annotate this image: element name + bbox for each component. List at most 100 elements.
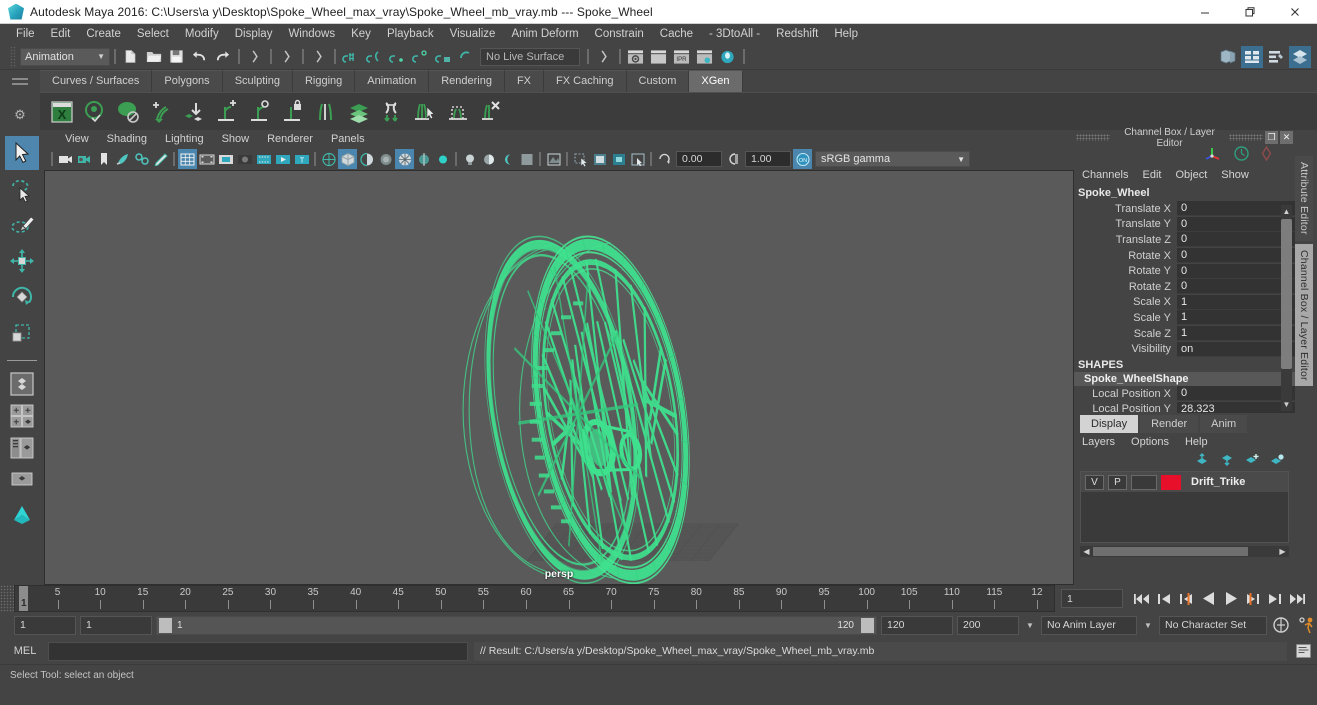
smooth-shade-selected-icon[interactable] (357, 149, 376, 169)
new-layer-icon[interactable] (1245, 453, 1260, 469)
channel-value[interactable]: 1 (1177, 294, 1295, 310)
dock-drag-handle-right[interactable] (1229, 134, 1263, 141)
screen-space-ao-icon[interactable] (517, 149, 536, 169)
xgen-groom-brush-icon[interactable] (376, 96, 408, 128)
playback-options-chevron-icon[interactable]: ▼ (1023, 621, 1037, 630)
menu-select[interactable]: Select (129, 26, 177, 42)
anim-layer-chevron-icon[interactable]: ▼ (1141, 621, 1155, 630)
tab-display[interactable]: Display (1080, 415, 1139, 433)
viewport-menu-panels[interactable]: Panels (322, 133, 374, 145)
channel-box-shape-name[interactable]: Spoke_WheelShape (1074, 371, 1295, 386)
channel-value[interactable]: on (1177, 341, 1295, 357)
scroll-down-icon[interactable]: ▼ (1281, 398, 1292, 411)
command-language-label[interactable]: MEL (8, 645, 42, 657)
go-to-start-icon[interactable] (1132, 589, 1153, 609)
gate-mask-icon[interactable] (235, 149, 254, 169)
shelf-tab-animation[interactable]: Animation (355, 70, 430, 92)
time-slider[interactable]: 1 5 10 15 20 25 30 35 40 45 50 55 60 65 70 75 80 85 90 95 1… (14, 585, 1055, 612)
anim-end-time-field[interactable]: 200 (957, 615, 1019, 635)
bookmarks-icon[interactable] (94, 149, 113, 169)
channel-value[interactable]: 1 (1177, 310, 1295, 326)
select-by-render-icon[interactable] (592, 46, 615, 68)
step-forward-keyframe-icon[interactable] (1264, 589, 1285, 609)
minimize-button[interactable] (1182, 0, 1227, 24)
channel-value[interactable]: 0 (1177, 386, 1295, 402)
menu-visualize[interactable]: Visualize (442, 26, 504, 42)
tab-render[interactable]: Render (1140, 415, 1199, 433)
channel-value[interactable]: 28.323 (1177, 401, 1295, 413)
channel-value[interactable]: 0 (1177, 232, 1295, 248)
shelf-tab-polygons[interactable]: Polygons (152, 70, 223, 92)
menu-anim-deform[interactable]: Anim Deform (503, 26, 586, 42)
wireframe-on-shaded-icon[interactable] (395, 149, 414, 169)
menu-constrain[interactable]: Constrain (587, 26, 652, 42)
xgen-layers-icon[interactable] (343, 96, 375, 128)
new-layer-from-selected-icon[interactable] (1270, 453, 1285, 469)
film-origin-icon[interactable] (254, 149, 273, 169)
channel-box-menu-show[interactable]: Show (1221, 169, 1249, 181)
layer-list[interactable]: V P Drift_Trike (1080, 471, 1289, 543)
move-layer-down-icon[interactable] (1220, 453, 1235, 469)
viewport-menu-show[interactable]: Show (213, 133, 259, 145)
snap-to-curve-icon[interactable] (362, 46, 385, 68)
step-back-keyframe-icon[interactable] (1154, 589, 1175, 609)
snap-to-grid-icon[interactable] (339, 46, 362, 68)
layer-menu-help[interactable]: Help (1185, 436, 1208, 448)
layer-color-swatch[interactable] (1161, 474, 1181, 490)
shelf-tab-fx[interactable]: FX (504, 70, 545, 92)
play-backwards-icon[interactable] (1198, 589, 1219, 609)
script-editor-icon[interactable] (1293, 641, 1313, 661)
hscrollbar-thumb[interactable] (1093, 547, 1248, 556)
channel-value[interactable]: 0 (1177, 216, 1295, 232)
xgen-window-icon[interactable]: X (46, 96, 78, 128)
close-panel-button[interactable]: ✕ (1280, 131, 1293, 144)
shelf-drag-handle[interactable] (12, 78, 28, 85)
status-line-drag-handle[interactable] (10, 45, 16, 68)
render-settings-icon[interactable] (693, 46, 716, 68)
menu-display[interactable]: Display (227, 26, 281, 42)
menu-set-selector[interactable]: Animation ▼ (20, 47, 110, 66)
step-forward-frame-icon[interactable] (1242, 589, 1263, 609)
snap-to-projected-center-icon[interactable] (408, 46, 431, 68)
wireframe-icon[interactable] (319, 149, 338, 169)
current-frame-field[interactable]: 1 (1061, 589, 1123, 608)
select-camera-icon[interactable] (56, 149, 75, 169)
auto-keyframe-icon[interactable] (1271, 615, 1292, 635)
anim-start-time-field[interactable]: 1 (14, 615, 76, 635)
channel-box-scrollbar[interactable]: ▲ ▼ (1281, 205, 1292, 411)
save-scene-icon[interactable] (165, 46, 188, 68)
channel-value[interactable]: 0 (1177, 279, 1295, 295)
keyframe-icon[interactable] (1258, 145, 1275, 165)
live-surface-field[interactable]: No Live Surface (480, 47, 580, 66)
outliner-persp-layout-icon[interactable] (5, 433, 39, 463)
range-slider-right-handle[interactable] (861, 617, 874, 633)
make-live-icon[interactable] (454, 46, 477, 68)
xgen-delete-icon[interactable] (475, 96, 507, 128)
undo-icon[interactable] (188, 46, 211, 68)
menu-cache[interactable]: Cache (652, 26, 701, 42)
snap-to-view-plane-icon[interactable] (431, 46, 454, 68)
channel-value[interactable]: 0 (1177, 248, 1295, 264)
smooth-shade-all-icon[interactable] (338, 149, 357, 169)
shelf-tab-sculpting[interactable]: Sculpting (222, 70, 293, 92)
xgen-clump-icon[interactable] (442, 96, 474, 128)
show-hide-tool-settings-icon[interactable] (1265, 46, 1287, 68)
undock-button[interactable]: ❐ (1265, 131, 1278, 144)
ipr-render-icon[interactable]: IPR (670, 46, 693, 68)
shelf-tab-rendering[interactable]: Rendering (429, 70, 505, 92)
scroll-up-icon[interactable]: ▲ (1281, 205, 1292, 218)
grease-pencil-icon[interactable] (151, 149, 170, 169)
select-by-hierarchy-icon[interactable] (243, 46, 266, 68)
channel-box-menu-object[interactable]: Object (1175, 169, 1207, 181)
shelf-tab-fx-caching[interactable]: FX Caching (544, 70, 627, 92)
layer-menu-options[interactable]: Options (1131, 436, 1169, 448)
range-slider[interactable]: 1 120 (156, 615, 877, 635)
exposure-reset-icon[interactable] (655, 149, 674, 169)
xgen-guides-icon[interactable] (310, 96, 342, 128)
menu-modify[interactable]: Modify (177, 26, 227, 42)
layer-list-hscrollbar[interactable]: ◀ ▶ (1080, 546, 1289, 557)
open-scene-icon[interactable] (142, 46, 165, 68)
select-tool[interactable] (5, 136, 39, 170)
layer-row[interactable]: V P Drift_Trike (1081, 472, 1288, 492)
channel-box-menu-edit[interactable]: Edit (1142, 169, 1161, 181)
